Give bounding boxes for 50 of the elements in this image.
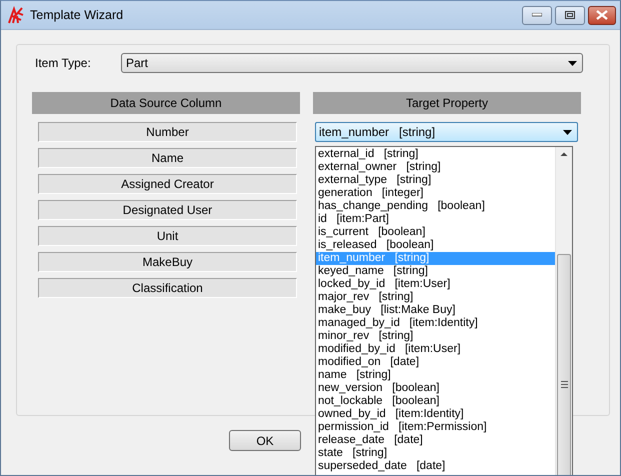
source-column-label: Unit (38, 226, 297, 246)
caret-icon (563, 130, 572, 134)
window-title: Template Wizard (30, 8, 124, 22)
grip-icon (560, 381, 568, 388)
dropdown-option[interactable]: is_released [boolean] (316, 239, 555, 252)
dropdown-option[interactable]: generation [integer] (316, 187, 555, 200)
dropdown-option[interactable]: id [item:Part] (316, 213, 555, 226)
dropdown-option[interactable]: not_lockable [boolean] (316, 395, 555, 408)
dropdown-option[interactable]: modified_on [date] (316, 356, 555, 369)
ok-button[interactable]: OK (229, 430, 301, 451)
target-property-dropdown[interactable]: item_number [string] (315, 122, 578, 142)
minimize-icon (532, 13, 542, 17)
scrollbar[interactable] (555, 147, 572, 475)
source-column-label: Assigned Creator (38, 174, 297, 194)
dropdown-option[interactable]: make_buy [list:Make Buy] (316, 304, 555, 317)
dropdown-option[interactable]: major_rev [string] (316, 291, 555, 304)
scrollbar-thumb[interactable] (557, 254, 571, 475)
dropdown-option[interactable]: new_version [boolean] (316, 382, 555, 395)
dropdown-option[interactable]: keyed_name [string] (316, 265, 555, 278)
dropdown-option[interactable]: managed_by_id [item:Identity] (316, 317, 555, 330)
source-column-label: Designated User (38, 200, 297, 220)
source-column-label: Name (38, 148, 297, 168)
source-column-label: Number (38, 122, 297, 142)
dropdown-option[interactable]: modified_by_id [item:User] (316, 343, 555, 356)
dropdown-option[interactable]: is_current [boolean] (316, 226, 555, 239)
dropdown-option[interactable]: external_type [string] (316, 174, 555, 187)
minimize-button[interactable] (522, 6, 552, 24)
close-button[interactable] (588, 6, 616, 24)
dropdown-option[interactable]: minor_rev [string] (316, 330, 555, 343)
item-type-dropdown[interactable]: Part (121, 53, 583, 73)
dropdown-option[interactable]: external_owner [string] (316, 161, 555, 174)
dropdown-option[interactable]: locked_by_id [item:User] (316, 278, 555, 291)
source-column-label: MakeBuy (38, 252, 297, 272)
app-logo-icon (6, 6, 24, 24)
field-label: Item Type: (35, 56, 92, 70)
column-header: Data Source Column (32, 92, 300, 114)
column-header: Target Property (313, 92, 581, 114)
dropdown-option[interactable]: superseded_date [date] (316, 460, 555, 473)
dropdown-option[interactable]: release_date [date] (316, 434, 555, 447)
maximize-button[interactable] (555, 6, 585, 24)
source-column-label: Classification (38, 278, 297, 298)
dropdown-option[interactable]: owned_by_id [item:Identity] (316, 408, 555, 421)
dropdown-option[interactable]: external_id [string] (316, 148, 555, 161)
dropdown-option[interactable]: has_change_pending [boolean] (316, 200, 555, 213)
caret-icon (568, 60, 577, 66)
close-icon (596, 10, 608, 20)
dropdown-option[interactable]: state [string] (316, 447, 555, 460)
maximize-icon (565, 11, 575, 19)
dropdown-option[interactable]: permission_id [item:Permission] (316, 421, 555, 434)
dropdown-option[interactable]: name [string] (316, 369, 555, 382)
